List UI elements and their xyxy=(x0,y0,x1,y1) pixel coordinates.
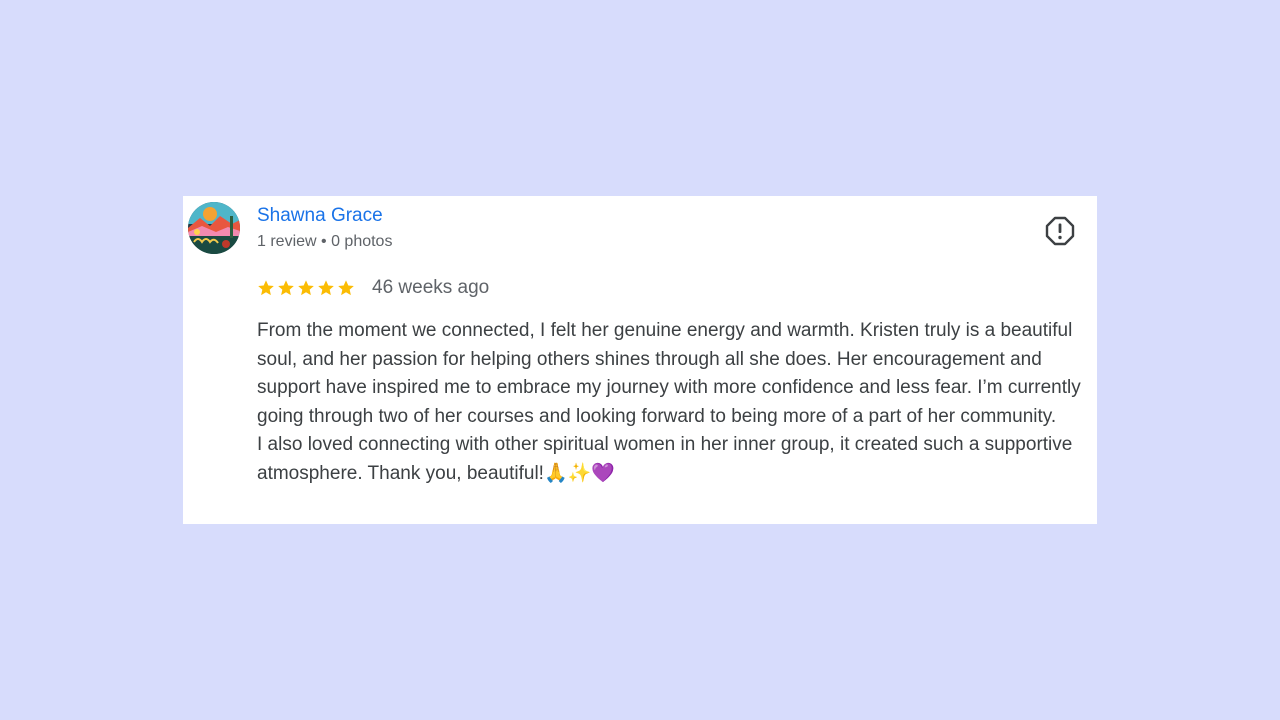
report-flag-icon[interactable] xyxy=(1045,216,1075,246)
star-icon xyxy=(338,280,354,296)
star-icon xyxy=(318,280,334,296)
avatar-image xyxy=(188,202,240,254)
avatar[interactable] xyxy=(188,202,240,254)
star-rating xyxy=(257,279,355,297)
star-icon xyxy=(298,280,314,296)
star-icon xyxy=(258,280,274,296)
review-paragraph: I also loved connecting with other spiri… xyxy=(257,434,1073,484)
review-paragraph: From the moment we connected, I felt her… xyxy=(257,320,1081,427)
review-date: 46 weeks ago xyxy=(372,277,490,298)
review-card: Shawna Grace 1 review • 0 photos 46 week… xyxy=(183,196,1097,524)
rating-row: 46 weeks ago xyxy=(257,276,489,300)
reviewer-name[interactable]: Shawna Grace xyxy=(257,205,383,227)
star-icon xyxy=(278,280,294,296)
review-text: From the moment we connected, I felt her… xyxy=(257,317,1093,489)
reviewer-meta: 1 review • 0 photos xyxy=(257,233,393,250)
